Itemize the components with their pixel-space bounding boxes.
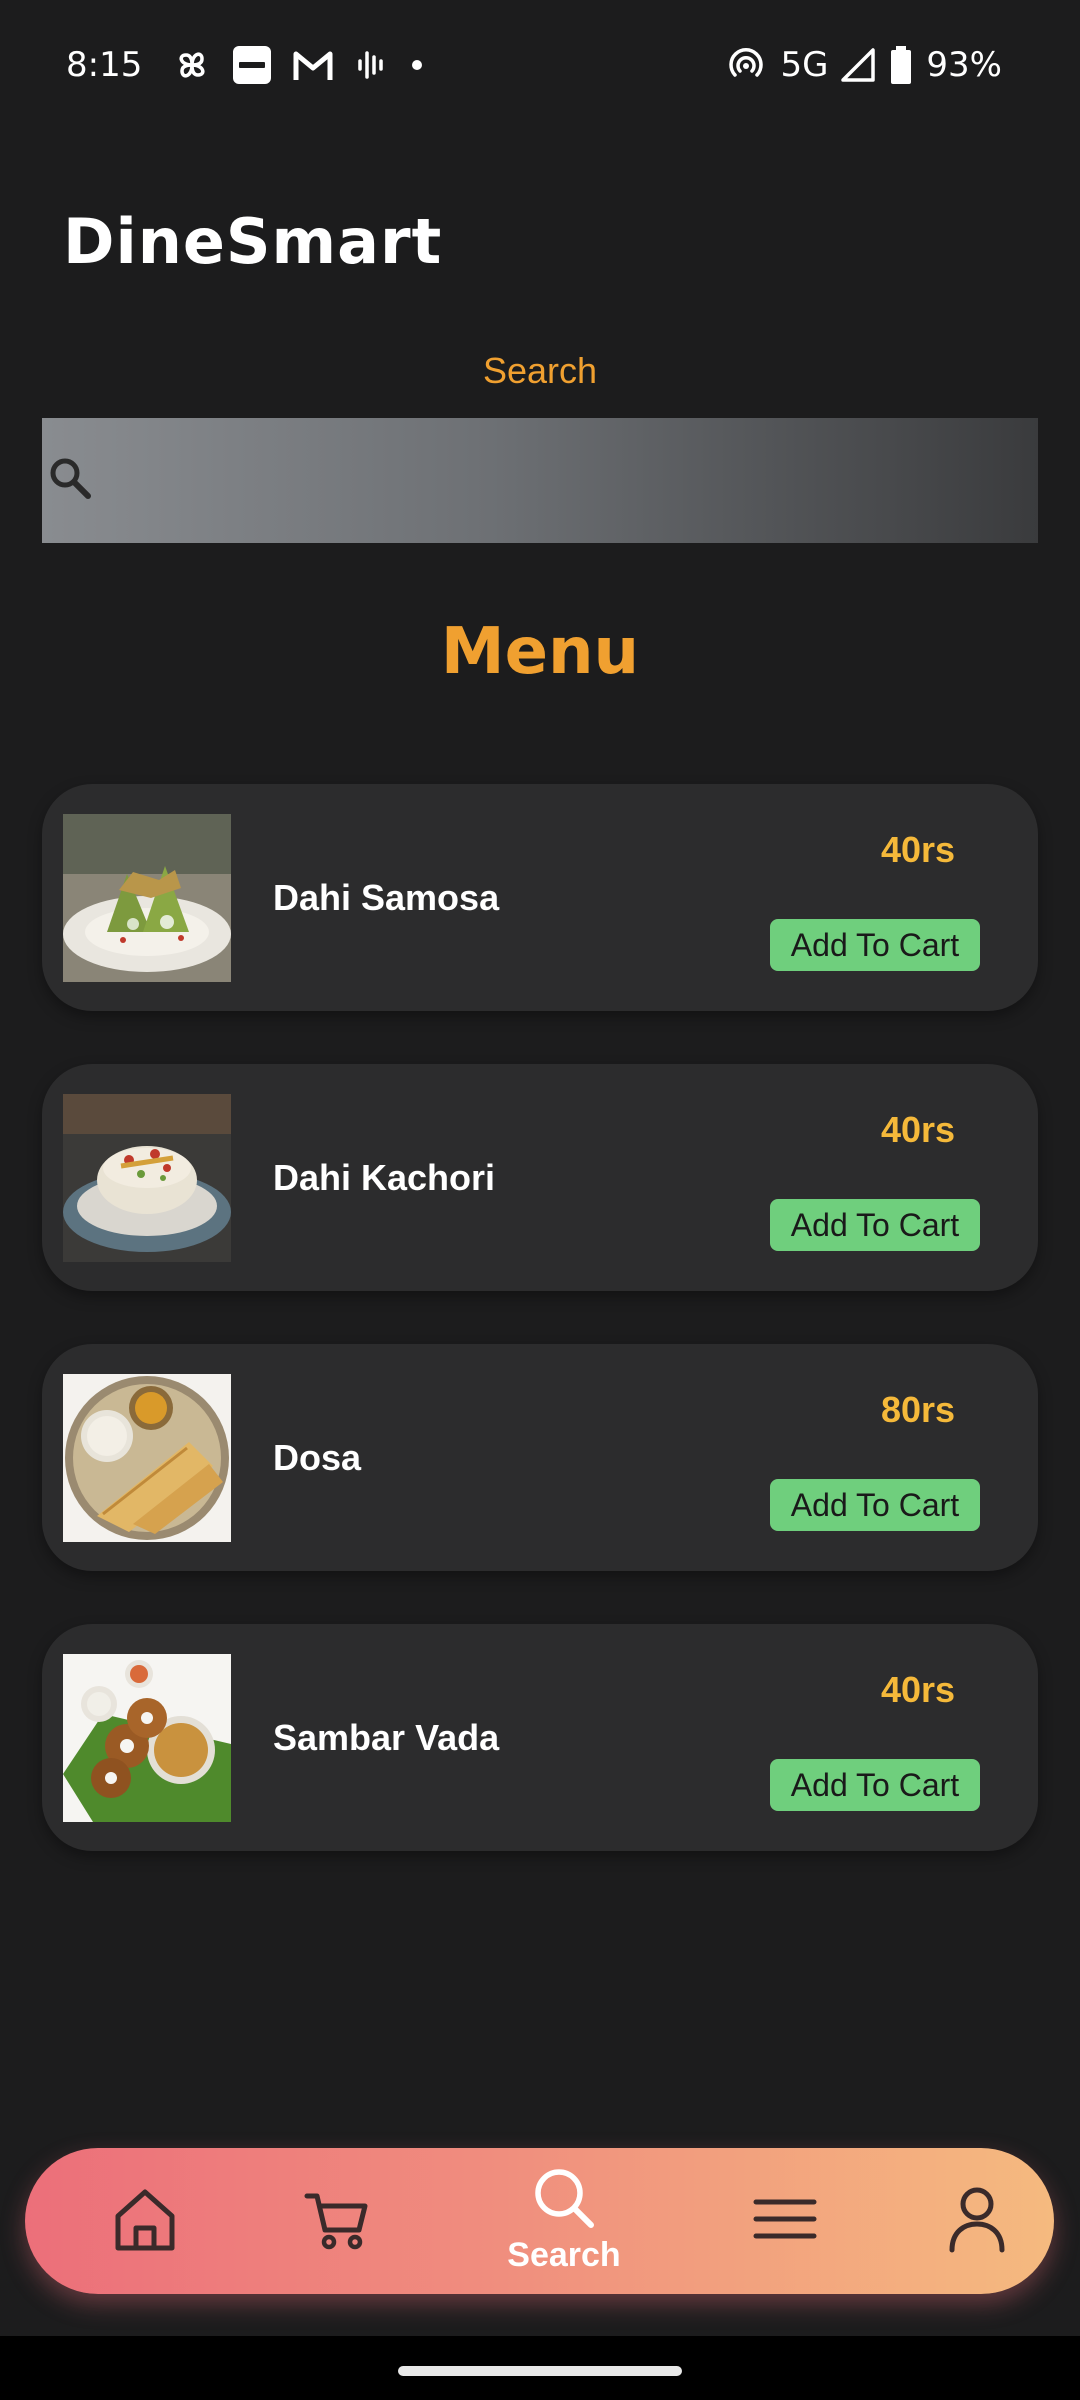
menu-heading: Menu (440, 615, 640, 689)
battery-icon (890, 46, 912, 84)
pinwheel-icon (172, 45, 212, 85)
nav-menu[interactable] (725, 2148, 845, 2294)
cart-icon (303, 2184, 373, 2259)
item-price: 40rs (880, 1669, 956, 1710)
hamburger-menu-icon (750, 2184, 820, 2259)
nav-cart[interactable] (278, 2148, 398, 2294)
status-left: 8:15 (66, 45, 444, 85)
home-icon (110, 2184, 180, 2259)
add-to-cart-button[interactable]: Add To Cart (770, 1199, 980, 1251)
search-input[interactable] (96, 418, 1038, 543)
search-label: Search (482, 350, 598, 391)
food-image-dosa (63, 1374, 231, 1542)
item-price: 40rs (880, 829, 956, 870)
voice-wave-icon (354, 47, 390, 83)
item-name: Dahi Samosa (273, 876, 500, 918)
bottom-nav: Search (25, 2148, 1054, 2294)
network-type: 5G (780, 45, 829, 85)
status-right: 5G 93% (726, 45, 1014, 85)
battery-level: 93% (926, 45, 1002, 85)
item-name: Dahi Kachori (273, 1156, 496, 1198)
gmail-icon (292, 48, 334, 82)
menu-item-card: Dahi Samosa 40rs Add To Cart (42, 784, 1038, 1011)
food-image-dahi-kachori (63, 1094, 231, 1262)
nav-search[interactable]: Search (459, 2148, 669, 2294)
add-to-cart-button[interactable]: Add To Cart (770, 1759, 980, 1811)
gesture-area (0, 2336, 1080, 2400)
profile-icon (942, 2184, 1012, 2259)
nav-profile[interactable] (917, 2148, 1037, 2294)
search-icon (529, 2167, 599, 2234)
item-name: Sambar Vada (273, 1716, 500, 1758)
paytm-icon (232, 45, 272, 85)
hotspot-icon (726, 45, 766, 85)
search-bar[interactable] (42, 418, 1038, 543)
item-price: 80rs (880, 1389, 956, 1430)
app-title: DineSmart (63, 205, 443, 278)
food-image-dahi-samosa (63, 814, 231, 982)
food-image-sambar-vada (63, 1654, 231, 1822)
add-to-cart-button[interactable]: Add To Cart (770, 919, 980, 971)
nav-home[interactable] (85, 2148, 205, 2294)
add-to-cart-button[interactable]: Add To Cart (770, 1479, 980, 1531)
signal-icon (840, 47, 876, 83)
menu-item-card: Dahi Kachori 40rs Add To Cart (42, 1064, 1038, 1291)
dot-icon (410, 58, 424, 72)
item-name: Dosa (273, 1436, 362, 1478)
menu-list: Dahi Samosa 40rs Add To Cart Dahi Kachor… (42, 784, 1038, 1904)
status-bar: 8:15 5G 93% (0, 0, 1080, 130)
menu-item-card: Dosa 80rs Add To Cart (42, 1344, 1038, 1571)
search-icon (44, 452, 96, 509)
home-gesture-handle[interactable] (398, 2366, 682, 2376)
nav-search-label: Search (507, 2236, 621, 2274)
item-price: 40rs (880, 1109, 956, 1150)
menu-item-card: Sambar Vada 40rs Add To Cart (42, 1624, 1038, 1851)
status-time: 8:15 (66, 45, 143, 85)
